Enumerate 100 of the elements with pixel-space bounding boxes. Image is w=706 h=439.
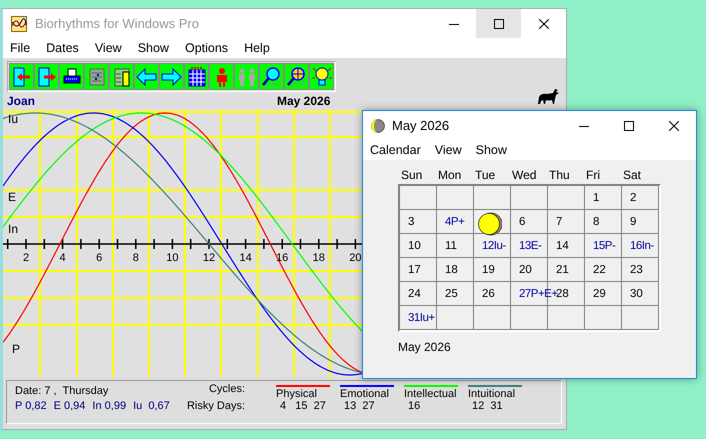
calendar-day[interactable]: 29 [593, 288, 606, 300]
menu-item[interactable]: Calendar [364, 143, 427, 157]
weekday-label: Sat [623, 168, 642, 182]
maximize-icon [494, 18, 504, 28]
calendar-day[interactable]: 12Iu- [482, 240, 506, 252]
weekday-label: Mon [438, 168, 462, 182]
toolbar-button[interactable] [59, 63, 84, 90]
window-title: May 2026 [392, 118, 450, 133]
person-name: Joan [7, 94, 36, 108]
axis-label: 6 [96, 252, 102, 264]
axis-label: 14 [239, 252, 252, 264]
globe-magnifier-icon [286, 66, 307, 88]
goat-icon [536, 86, 560, 106]
cycle-name: Intuitional [468, 388, 516, 400]
toolbar-button[interactable] [284, 63, 309, 90]
calendar-day[interactable]: 19 [482, 264, 495, 276]
cycle-name: Emotional [340, 388, 390, 400]
axis-label: 2 [22, 252, 30, 264]
curve-label: Iu [8, 112, 18, 126]
weekday-label: Fri [586, 168, 600, 182]
calendar-day[interactable]: 28 [556, 288, 569, 300]
calendar-day[interactable]: 4P+ [445, 216, 464, 228]
app-icon [11, 16, 27, 32]
enter-icon [36, 66, 57, 88]
calendar-day[interactable]: 27P+E+ [519, 288, 558, 300]
two-people-icon [236, 66, 257, 88]
toolbar-button[interactable] [9, 63, 34, 90]
calendar-day[interactable]: 26 [482, 288, 495, 300]
cycle-name: Physical [276, 388, 318, 400]
month-label: May 2026 [398, 340, 451, 354]
calendar-day[interactable]: 18 [445, 264, 458, 276]
menu-item[interactable]: Options [178, 41, 234, 55]
calendar-day[interactable]: 11 [445, 240, 457, 252]
axis-label: 4 [60, 252, 66, 264]
calendar-day[interactable]: 6 [519, 216, 526, 228]
exit-icon [11, 66, 32, 88]
toolbar-button[interactable] [309, 63, 334, 90]
toolbar-button[interactable] [34, 63, 59, 90]
weekday-label: Wed [512, 168, 536, 182]
menu-item[interactable]: View [88, 41, 128, 55]
calendar-day[interactable]: 31Iu+ [408, 312, 435, 324]
calendar-day[interactable]: 9 [630, 216, 636, 228]
calendar-icon [186, 66, 207, 88]
reading-value: In 0,99 [92, 400, 126, 412]
maximize-button[interactable] [476, 9, 521, 38]
curve-label: E [8, 190, 16, 204]
axis-label: 20 [349, 252, 362, 264]
risky-days: 13 27 [340, 400, 394, 412]
reading-value: E 0,94 [54, 400, 86, 412]
calendar-day[interactable]: 14 [556, 240, 569, 252]
calendar-day[interactable]: 24 [408, 288, 421, 300]
toolbar-button[interactable] [184, 63, 209, 90]
calendar-day[interactable]: 17 [408, 264, 421, 276]
magnifier-icon [261, 66, 282, 88]
date-label: Date: 7 , Thursday [15, 385, 110, 397]
calendar-day[interactable]: 21 [556, 264, 569, 276]
calendar-day[interactable]: 8 [593, 216, 600, 228]
menu-item[interactable]: File [4, 41, 36, 55]
maximize-icon [624, 120, 634, 130]
calendar-day[interactable]: 22 [593, 264, 606, 276]
curve-label: P [12, 342, 20, 356]
calendar-day[interactable]: 20 [519, 264, 532, 276]
menu-item[interactable]: Help [238, 41, 276, 55]
axis-label: 10 [166, 252, 179, 264]
close-icon [668, 120, 678, 130]
calendar-day[interactable]: 23 [630, 264, 643, 276]
calendar-day[interactable]: 30 [630, 288, 643, 300]
curve-label: In [8, 222, 18, 236]
menu-item[interactable]: Dates [40, 41, 85, 55]
toolbar-button[interactable] [159, 63, 184, 90]
cycles-label: Cycles: [208, 383, 245, 395]
calendar-day[interactable]: 1 [593, 192, 600, 204]
calendar-day[interactable]: 7 [556, 216, 562, 228]
risky-days: 16 [404, 400, 458, 412]
toolbar-button[interactable] [259, 63, 284, 90]
menu-item[interactable]: View [428, 143, 468, 157]
month-label: May 2026 [277, 94, 330, 108]
left-arrow-icon [136, 66, 157, 88]
calendar-day[interactable]: 15P- [593, 240, 616, 252]
toolbar-button[interactable] [109, 63, 134, 90]
toolbar-button[interactable] [134, 63, 159, 90]
risky-days-label: Risky Days: [186, 400, 245, 412]
axis-label: 8 [132, 252, 139, 264]
risky-days: 12 31 [468, 400, 522, 412]
full-moon-icon [478, 212, 502, 236]
axis-label: 18 [312, 252, 325, 264]
calendar-day[interactable]: 13E- [519, 240, 542, 252]
cycle-name: Intellectual [404, 388, 458, 400]
calendar-day[interactable]: 2 [630, 192, 636, 204]
reading-value: P 0,82 [15, 400, 47, 412]
calendar-day[interactable]: 16In- [630, 240, 654, 252]
menu-item[interactable]: Show [132, 41, 175, 55]
window-title: Biorhythms for Windows Pro [35, 16, 199, 31]
close-icon [538, 18, 548, 28]
calendar-day[interactable]: 3 [408, 216, 414, 228]
weekday-label: Tue [475, 168, 496, 182]
calendar-day[interactable]: 25 [445, 288, 458, 300]
menu-item[interactable]: Show [470, 143, 513, 157]
calendar-day[interactable]: 10 [408, 240, 421, 252]
reading-value: Iu 0,67 [133, 400, 170, 412]
